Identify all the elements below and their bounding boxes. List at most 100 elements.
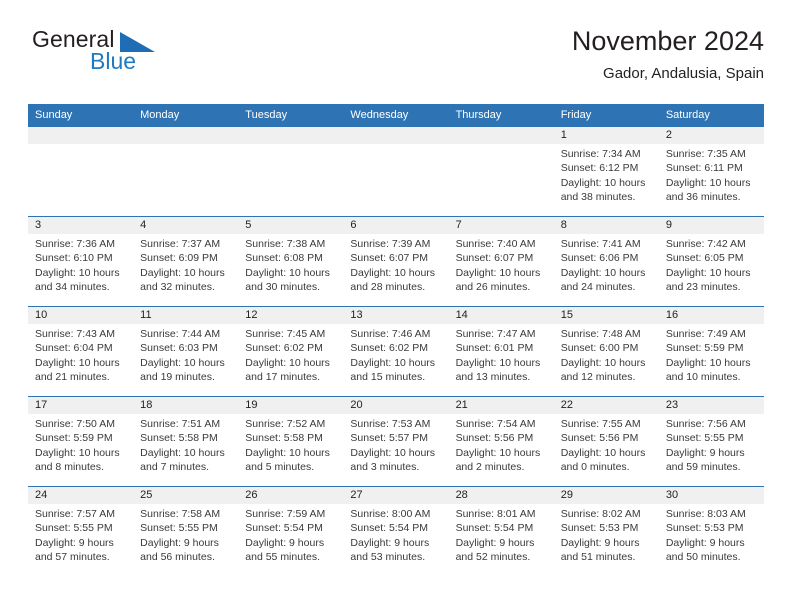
logo-text-blue: Blue	[90, 48, 137, 74]
week-row: 10 Sunrise: 7:43 AM Sunset: 6:04 PM Dayl…	[28, 306, 764, 396]
day-cell[interactable]: 18 Sunrise: 7:51 AM Sunset: 5:58 PM Dayl…	[133, 397, 239, 486]
day-cell[interactable]: 22 Sunrise: 7:55 AM Sunset: 5:56 PM Dayl…	[553, 397, 659, 486]
daylight-text-line1: Daylight: 10 hours	[245, 356, 330, 369]
sunrise-text: Sunrise: 8:03 AM	[665, 508, 746, 520]
day-cell[interactable]: 12 Sunrise: 7:45 AM Sunset: 6:02 PM Dayl…	[238, 307, 344, 396]
day-cell[interactable]	[238, 127, 344, 216]
day-details: Sunrise: 7:38 AM Sunset: 6:08 PM Dayligh…	[238, 234, 343, 295]
sunrise-text: Sunrise: 7:38 AM	[245, 238, 326, 250]
day-cell[interactable]: 4 Sunrise: 7:37 AM Sunset: 6:09 PM Dayli…	[133, 217, 239, 306]
daylight-text-line1: Daylight: 9 hours	[35, 536, 114, 549]
day-cell[interactable]: 10 Sunrise: 7:43 AM Sunset: 6:04 PM Dayl…	[28, 307, 134, 396]
daylight-text-line2: and 3 minutes.	[350, 461, 420, 474]
day-details: Sunrise: 8:02 AM Sunset: 5:53 PM Dayligh…	[554, 504, 659, 565]
sunrise-text: Sunrise: 7:40 AM	[455, 238, 536, 250]
daylight-text-line2: and 26 minutes.	[455, 281, 531, 294]
day-cell[interactable]: 30 Sunrise: 8:03 AM Sunset: 5:53 PM Dayl…	[658, 487, 764, 576]
day-cell[interactable]: 2 Sunrise: 7:35 AM Sunset: 6:11 PM Dayli…	[658, 127, 764, 216]
sunset-text: Sunset: 5:54 PM	[245, 522, 323, 535]
day-cell[interactable]: 13 Sunrise: 7:46 AM Sunset: 6:02 PM Dayl…	[343, 307, 449, 396]
day-cell[interactable]: 17 Sunrise: 7:50 AM Sunset: 5:59 PM Dayl…	[28, 397, 134, 486]
day-cell[interactable]: 25 Sunrise: 7:58 AM Sunset: 5:55 PM Dayl…	[133, 487, 239, 576]
day-cell[interactable]: 19 Sunrise: 7:52 AM Sunset: 5:58 PM Dayl…	[238, 397, 344, 486]
sunrise-text: Sunrise: 7:36 AM	[35, 238, 115, 250]
sunset-text: Sunset: 5:54 PM	[350, 522, 429, 535]
day-cell[interactable]: 9 Sunrise: 7:42 AM Sunset: 6:05 PM Dayli…	[658, 217, 764, 306]
sunrise-text: Sunrise: 7:34 AM	[560, 148, 641, 160]
sunset-text: Sunset: 6:00 PM	[560, 342, 639, 355]
day-number	[448, 127, 554, 144]
sunrise-text: Sunrise: 7:55 AM	[560, 418, 641, 430]
day-details: Sunrise: 7:47 AM Sunset: 6:01 PM Dayligh…	[449, 324, 554, 385]
sunrise-text: Sunrise: 7:48 AM	[560, 328, 641, 340]
day-number: 2	[658, 127, 764, 144]
sunset-text: Sunset: 6:04 PM	[35, 342, 113, 355]
day-cell[interactable]: 28 Sunrise: 8:01 AM Sunset: 5:54 PM Dayl…	[448, 487, 554, 576]
weekday-header-tuesday: Tuesday	[245, 109, 288, 121]
day-cell[interactable]	[343, 127, 449, 216]
daylight-text-line2: and 53 minutes.	[350, 551, 426, 564]
daylight-text-line2: and 50 minutes.	[665, 551, 741, 564]
day-details: Sunrise: 7:34 AM Sunset: 6:12 PM Dayligh…	[554, 144, 659, 205]
weekday-header-thursday: Thursday	[455, 109, 502, 121]
daylight-text-line2: and 5 minutes.	[245, 461, 315, 474]
day-number: 15	[553, 307, 659, 324]
day-number: 23	[658, 397, 764, 414]
general-blue-logo[interactable]: General Blue	[28, 26, 328, 86]
sunrise-text: Sunrise: 7:43 AM	[35, 328, 115, 340]
day-cell[interactable]: 5 Sunrise: 7:38 AM Sunset: 6:08 PM Dayli…	[238, 217, 344, 306]
day-cell[interactable]: 11 Sunrise: 7:44 AM Sunset: 6:03 PM Dayl…	[133, 307, 239, 396]
day-cell[interactable]	[28, 127, 134, 216]
day-number: 27	[343, 487, 449, 504]
daylight-text-line1: Daylight: 10 hours	[455, 266, 541, 279]
daylight-text-line1: Daylight: 10 hours	[140, 356, 225, 369]
daylight-text-line1: Daylight: 10 hours	[560, 356, 646, 369]
sunrise-text: Sunrise: 7:59 AM	[245, 508, 326, 520]
day-cell[interactable]: 7 Sunrise: 7:40 AM Sunset: 6:07 PM Dayli…	[448, 217, 554, 306]
daylight-text-line1: Daylight: 10 hours	[560, 176, 646, 189]
day-cell[interactable]: 29 Sunrise: 8:02 AM Sunset: 5:53 PM Dayl…	[553, 487, 659, 576]
day-details	[133, 144, 238, 147]
sunset-text: Sunset: 6:11 PM	[665, 162, 743, 175]
day-details: Sunrise: 7:50 AM Sunset: 5:59 PM Dayligh…	[28, 414, 133, 475]
day-cell[interactable]: 26 Sunrise: 7:59 AM Sunset: 5:54 PM Dayl…	[238, 487, 344, 576]
day-cell[interactable]: 3 Sunrise: 7:36 AM Sunset: 6:10 PM Dayli…	[28, 217, 134, 306]
day-cell[interactable]: 21 Sunrise: 7:54 AM Sunset: 5:56 PM Dayl…	[448, 397, 554, 486]
daylight-text-line2: and 38 minutes.	[560, 191, 636, 204]
day-cell[interactable]: 15 Sunrise: 7:48 AM Sunset: 6:00 PM Dayl…	[553, 307, 659, 396]
day-cell[interactable]: 6 Sunrise: 7:39 AM Sunset: 6:07 PM Dayli…	[343, 217, 449, 306]
day-cell[interactable]: 14 Sunrise: 7:47 AM Sunset: 6:01 PM Dayl…	[448, 307, 554, 396]
day-cell[interactable]: 20 Sunrise: 7:53 AM Sunset: 5:57 PM Dayl…	[343, 397, 449, 486]
day-cell[interactable]: 16 Sunrise: 7:49 AM Sunset: 5:59 PM Dayl…	[658, 307, 764, 396]
day-details: Sunrise: 7:44 AM Sunset: 6:03 PM Dayligh…	[133, 324, 238, 385]
day-cell[interactable]: 23 Sunrise: 7:56 AM Sunset: 5:55 PM Dayl…	[658, 397, 764, 486]
day-details: Sunrise: 7:55 AM Sunset: 5:56 PM Dayligh…	[554, 414, 659, 475]
calendar-page: General Blue November 2024 Gador, Andalu…	[0, 0, 792, 612]
sunrise-text: Sunrise: 8:02 AM	[560, 508, 641, 520]
sunset-text: Sunset: 5:53 PM	[665, 522, 744, 535]
day-cell[interactable]: 27 Sunrise: 8:00 AM Sunset: 5:54 PM Dayl…	[343, 487, 449, 576]
daylight-text-line1: Daylight: 10 hours	[140, 266, 225, 279]
day-details: Sunrise: 7:45 AM Sunset: 6:02 PM Dayligh…	[238, 324, 343, 385]
day-cell[interactable]	[448, 127, 554, 216]
day-cell[interactable]: 1 Sunrise: 7:34 AM Sunset: 6:12 PM Dayli…	[553, 127, 659, 216]
day-cell[interactable]: 24 Sunrise: 7:57 AM Sunset: 5:55 PM Dayl…	[28, 487, 134, 576]
day-number	[238, 127, 344, 144]
sunset-text: Sunset: 5:55 PM	[665, 432, 744, 445]
day-number: 9	[658, 217, 764, 234]
day-details: Sunrise: 8:03 AM Sunset: 5:53 PM Dayligh…	[659, 504, 764, 565]
sunrise-text: Sunrise: 7:58 AM	[140, 508, 221, 520]
week-row: 3 Sunrise: 7:36 AM Sunset: 6:10 PM Dayli…	[28, 216, 764, 306]
day-number: 29	[553, 487, 659, 504]
day-cell[interactable]	[133, 127, 239, 216]
day-number: 24	[28, 487, 134, 504]
sunset-text: Sunset: 5:54 PM	[455, 522, 534, 535]
weekday-header-row: Sunday Monday Tuesday Wednesday Thursday…	[28, 104, 764, 126]
daylight-text-line1: Daylight: 10 hours	[35, 356, 120, 369]
page-title: November 2024	[571, 26, 764, 56]
day-details	[343, 144, 448, 147]
day-details: Sunrise: 7:46 AM Sunset: 6:02 PM Dayligh…	[343, 324, 448, 385]
sunrise-text: Sunrise: 7:53 AM	[350, 418, 431, 430]
day-cell[interactable]: 8 Sunrise: 7:41 AM Sunset: 6:06 PM Dayli…	[553, 217, 659, 306]
sunrise-text: Sunrise: 8:01 AM	[455, 508, 536, 520]
